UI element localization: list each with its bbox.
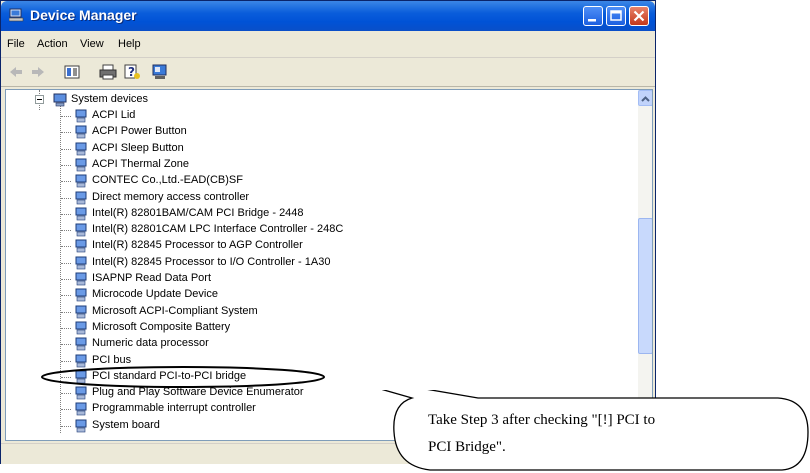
tree-item-label: ACPI Sleep Button <box>92 141 184 154</box>
minimize-button[interactable] <box>583 6 603 26</box>
tree-item-label: Numeric data processor <box>92 337 209 350</box>
tree-item-label: Intel(R) 82801CAM LPC Interface Controll… <box>92 223 344 236</box>
tree-line <box>61 230 71 232</box>
help-icon[interactable]: ? <box>123 63 141 81</box>
device-icon <box>75 419 87 432</box>
menu-action[interactable]: Action <box>37 38 68 50</box>
device-icon <box>75 142 87 155</box>
tree-line <box>61 262 71 264</box>
device-icon <box>75 321 87 335</box>
tree-line <box>61 116 71 117</box>
maximize-button[interactable] <box>606 6 626 26</box>
device-icon <box>75 256 87 269</box>
callout-text: Take Step 3 after checking "[!] PCI to P… <box>428 407 768 461</box>
tree-line <box>61 344 71 346</box>
device-icon <box>75 239 87 253</box>
menu-file[interactable]: File <box>7 38 25 50</box>
tree-item-label: System board <box>92 418 160 431</box>
device-icon <box>75 337 87 351</box>
device-icon <box>75 191 87 204</box>
tree-line <box>61 295 71 297</box>
minimize-icon <box>588 19 596 22</box>
back-icon[interactable] <box>7 63 25 81</box>
tree-line <box>61 181 71 183</box>
device-icon <box>75 305 87 318</box>
close-button[interactable] <box>629 6 649 26</box>
tree-item-label: ISAPNP Read Data Port <box>92 272 212 284</box>
tree-item-label: Intel(R) 82845 Processor to AGP Controll… <box>92 239 303 252</box>
menu-view[interactable]: View <box>80 38 104 50</box>
print-icon[interactable] <box>99 63 117 81</box>
menu-help[interactable]: Help <box>118 38 141 50</box>
tree-item-label: Direct memory access controller <box>92 190 250 203</box>
scan-hardware-icon[interactable] <box>151 63 169 81</box>
tree-label: System devices <box>71 93 149 105</box>
callout-line-1: Take Step 3 after checking "[!] PCI to <box>428 412 656 428</box>
maximize-icon <box>610 10 622 21</box>
tree-line <box>61 409 71 411</box>
device-icon <box>75 288 87 302</box>
tree-item-label: Intel(R) 82845 Processor to I/O Controll… <box>92 255 331 268</box>
tree-line <box>61 360 71 362</box>
svg-text:?: ? <box>128 65 135 79</box>
highlight-ellipse <box>41 366 325 388</box>
tree-item-label: Microsoft ACPI-Compliant System <box>92 304 258 317</box>
callout-line-2: PCI Bridge". <box>428 439 506 455</box>
close-icon <box>633 10 645 22</box>
tree-item-label: ACPI Thermal Zone <box>92 157 190 170</box>
tree-line <box>61 213 71 215</box>
device-icon <box>75 402 87 416</box>
tree-line <box>61 132 71 134</box>
device-icon <box>75 174 87 188</box>
tree-line <box>61 279 71 280</box>
forward-icon[interactable] <box>29 63 47 81</box>
tree-item-label: Microsoft Composite Battery <box>92 320 231 333</box>
tree-line <box>61 311 71 313</box>
tree-item-label: Programmable interrupt controller <box>92 402 256 415</box>
tree-line <box>61 197 71 199</box>
tree-item-label: CONTEC Co.,Ltd.-EAD(CB)SF <box>92 174 243 187</box>
tree-line <box>61 246 71 248</box>
collapse-toggle[interactable] <box>35 95 44 104</box>
tree-line <box>61 327 71 329</box>
tree-line <box>61 393 71 395</box>
system-devices-icon <box>53 93 67 107</box>
tree-item-label: ACPI Power Button <box>92 125 187 138</box>
tree-item-label: Microcode Update Device <box>92 288 218 301</box>
vertical-scrollbar[interactable] <box>638 90 652 440</box>
title-bar[interactable]: Device Manager <box>1 1 655 31</box>
device-icon <box>75 125 87 139</box>
toolbar: ? <box>1 58 655 87</box>
device-icon <box>75 109 87 123</box>
tree-item-label: PCI bus <box>92 353 132 366</box>
window-title: Device Manager <box>30 7 137 23</box>
device-icon <box>75 207 87 221</box>
tree-item-label: Intel(R) 82801BAM/CAM PCI Bridge - 2448 <box>92 206 304 219</box>
tree-item-label: ACPI Lid <box>92 109 136 121</box>
tree-line <box>61 148 71 150</box>
tree-line <box>61 425 71 427</box>
menu-bar: File Action View Help <box>1 31 655 58</box>
device-icon <box>75 158 87 172</box>
chevron-up-icon <box>641 96 650 102</box>
device-icon <box>75 272 87 286</box>
scroll-up-button[interactable] <box>638 90 652 106</box>
tree-line <box>61 164 71 166</box>
properties-icon[interactable] <box>63 63 81 81</box>
device-icon <box>75 223 87 237</box>
scroll-thumb[interactable] <box>638 218 652 354</box>
computer-icon <box>9 8 24 22</box>
